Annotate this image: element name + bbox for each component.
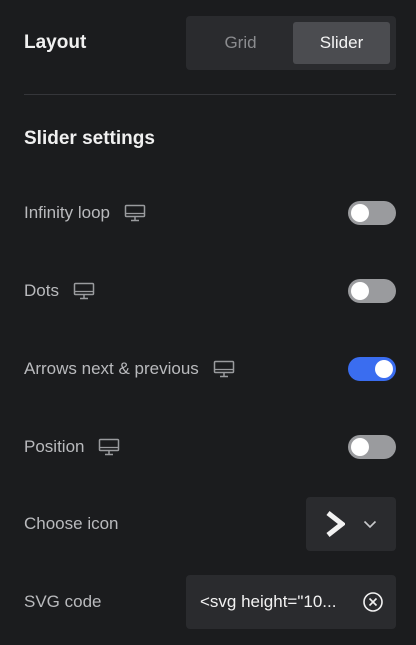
dots-toggle[interactable]	[348, 279, 396, 303]
infinity-loop-toggle[interactable]	[348, 201, 396, 225]
dots-label: Dots	[24, 281, 59, 300]
setting-arrows: Arrows next & previous	[24, 349, 396, 389]
setting-svg-code: SVG code	[24, 575, 396, 629]
layout-row: Layout Grid Slider	[24, 16, 396, 70]
slider-settings-title: Slider settings	[24, 128, 155, 149]
arrows-label: Arrows next & previous	[24, 359, 199, 378]
setting-dots: Dots	[24, 271, 396, 311]
setting-position: Position	[24, 427, 396, 467]
setting-infinity-loop: Infinity loop	[24, 193, 396, 233]
divider	[24, 94, 396, 95]
clear-circle-icon[interactable]	[362, 591, 384, 613]
chevron-right-icon	[326, 511, 345, 537]
settings-panel: Layout Grid Slider Slider settings Infin…	[0, 0, 416, 645]
icon-select-dropdown[interactable]	[306, 497, 396, 551]
infinity-loop-label: Infinity loop	[24, 203, 110, 222]
svg-code-field	[186, 575, 396, 629]
position-toggle[interactable]	[348, 435, 396, 459]
svg-code-label: SVG code	[24, 592, 102, 611]
layout-segmented-control: Grid Slider	[186, 16, 396, 70]
desktop-monitor-icon[interactable]	[124, 204, 146, 222]
setting-choose-icon: Choose icon	[24, 497, 396, 551]
toggle-knob	[351, 204, 369, 222]
chevron-down-icon	[363, 520, 377, 528]
layout-title: Layout	[24, 32, 87, 53]
layout-option-slider[interactable]: Slider	[293, 22, 390, 64]
desktop-monitor-icon[interactable]	[98, 438, 120, 456]
layout-option-grid[interactable]: Grid	[192, 22, 289, 64]
toggle-knob	[351, 282, 369, 300]
choose-icon-label: Choose icon	[24, 514, 119, 533]
toggle-knob	[351, 438, 369, 456]
desktop-monitor-icon[interactable]	[213, 360, 235, 378]
position-label: Position	[24, 437, 85, 456]
toggle-knob	[375, 360, 393, 378]
svg-code-input[interactable]	[200, 592, 350, 612]
desktop-monitor-icon[interactable]	[73, 282, 95, 300]
arrows-toggle[interactable]	[348, 357, 396, 381]
